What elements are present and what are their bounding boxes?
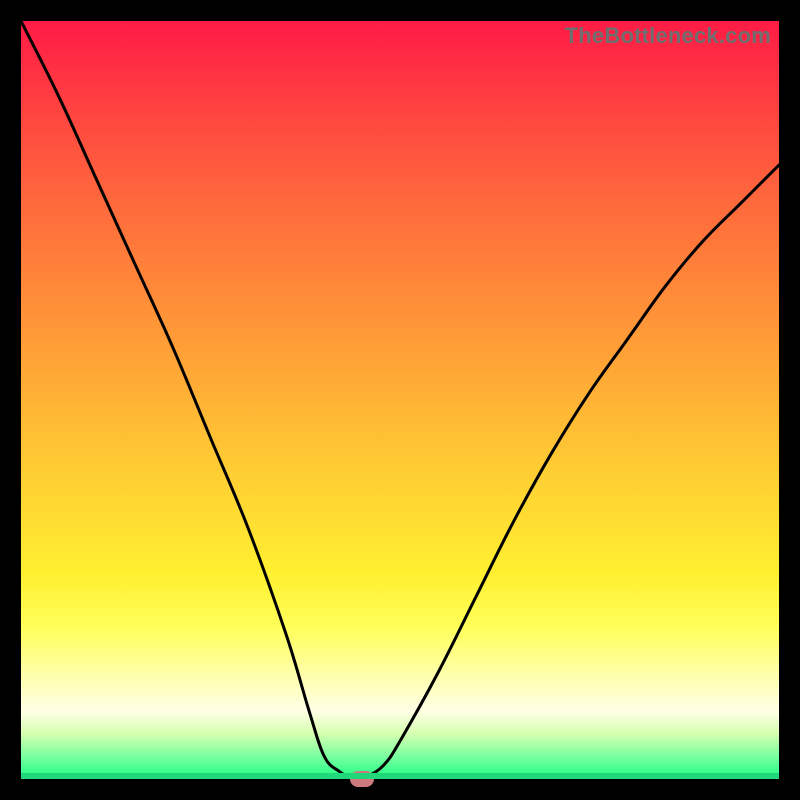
baseline-strip	[21, 773, 779, 779]
bottleneck-curve	[21, 21, 779, 779]
curve-path	[21, 21, 779, 779]
chart-frame: TheBottleneck.com	[21, 21, 779, 779]
